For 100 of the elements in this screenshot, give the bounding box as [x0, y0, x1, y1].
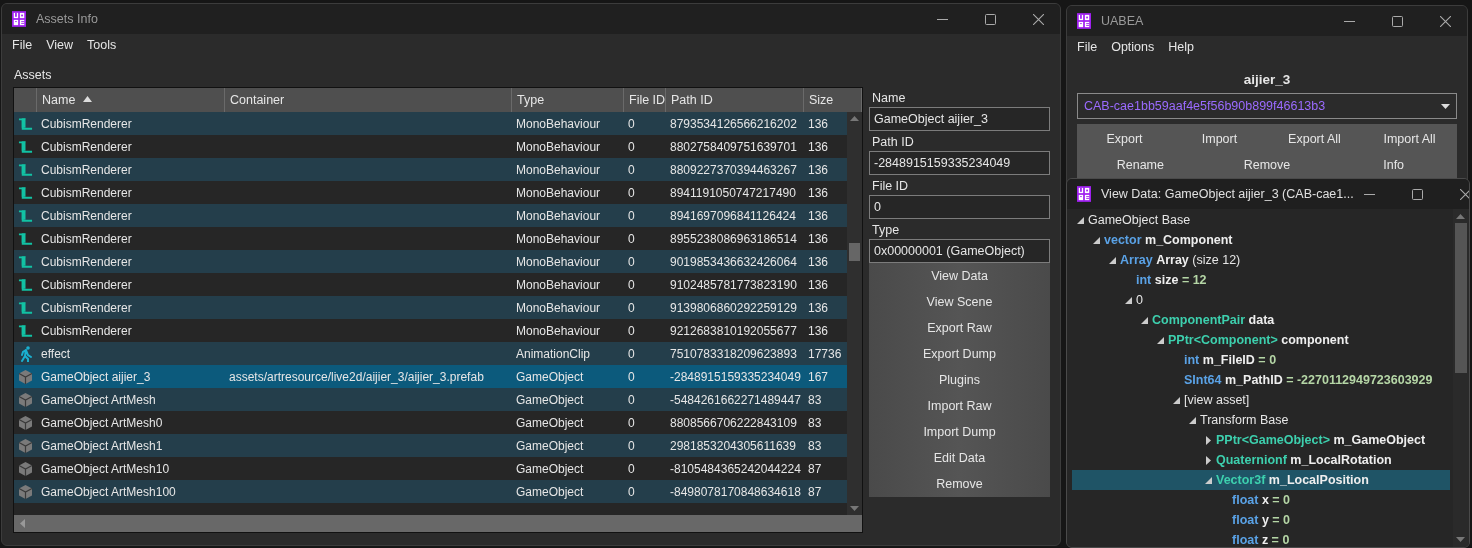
script-icon	[18, 116, 33, 131]
table-cell: 0	[628, 323, 635, 338]
scroll-down-icon[interactable]	[850, 506, 859, 511]
window-title: Assets Info	[36, 12, 99, 26]
tree-item[interactable]: int size = 12	[1072, 270, 1450, 290]
table-row[interactable]: CubismRenderer MonoBehaviour 0 8941697096841126424 136	[14, 204, 847, 227]
table-cell: -5484261662271489447	[670, 392, 801, 407]
table-row[interactable]: CubismRenderer MonoBehaviour 0 8809227370394463267 136	[14, 158, 847, 181]
tree-item[interactable]: int m_FileID = 0	[1072, 350, 1450, 370]
vertical-scrollbar[interactable]	[1453, 209, 1469, 547]
scroll-thumb[interactable]	[1455, 223, 1467, 373]
table-row[interactable]: GameObject ArtMesh GameObject 0 -5484261662271489447 83	[14, 388, 847, 411]
table-cell: 7510783318209623893	[670, 346, 797, 361]
action-button[interactable]: Export All	[1267, 126, 1362, 152]
menu-item[interactable]: Help	[1162, 38, 1200, 56]
expanded-arrow-icon[interactable]	[1172, 396, 1180, 404]
table-cell: 167	[808, 369, 829, 384]
action-button[interactable]: Info	[1330, 152, 1457, 178]
app-logo-icon	[12, 11, 26, 27]
menu-item[interactable]: Tools	[81, 36, 123, 54]
table-cell: 0	[628, 139, 635, 154]
tree-item[interactable]: ComponentPair data	[1072, 310, 1450, 330]
action-button[interactable]: Rename	[1077, 152, 1204, 178]
table-cell: GameObject	[516, 369, 584, 384]
tree-item[interactable]: float x = 0	[1072, 490, 1450, 510]
scroll-up-icon[interactable]	[850, 116, 859, 121]
maximize-icon[interactable]	[1392, 15, 1403, 27]
menu-item[interactable]: File	[6, 36, 39, 54]
tree-item[interactable]: PPtr<Component> component	[1072, 330, 1450, 350]
tree-item[interactable]: vector m_Component	[1072, 230, 1450, 250]
expanded-arrow-icon[interactable]	[1108, 256, 1116, 264]
maximize-icon[interactable]	[1411, 188, 1423, 200]
table-cell: 87	[808, 461, 822, 476]
table-cell: MonoBehaviour	[516, 116, 601, 131]
script-icon	[18, 323, 33, 338]
expanded-arrow-icon[interactable]	[1076, 216, 1084, 224]
expanded-arrow-icon[interactable]	[1124, 296, 1132, 304]
table-cell: 8802758409751639701	[670, 139, 797, 154]
scroll-up-icon[interactable]	[1456, 214, 1465, 219]
tree-item[interactable]: [view asset]	[1072, 390, 1450, 410]
table-cell: 136	[808, 139, 829, 154]
tree-item[interactable]: PPtr<GameObject> m_GameObject	[1072, 430, 1450, 450]
table-cell: 136	[808, 323, 829, 338]
table-cell: MonoBehaviour	[516, 208, 601, 223]
table-row[interactable]: CubismRenderer MonoBehaviour 0 9019853436632426064 136	[14, 250, 847, 273]
scroll-down-icon[interactable]	[1456, 537, 1465, 542]
action-button[interactable]: Export	[1077, 126, 1172, 152]
menu-item[interactable]: View	[40, 36, 80, 54]
table-cell: CubismRenderer	[41, 231, 132, 246]
horizontal-scrollbar[interactable]	[14, 515, 862, 532]
input-field[interactable]: -2848915159335234049	[869, 151, 1050, 175]
maximize-icon[interactable]	[985, 13, 996, 25]
input-field[interactable]: 0	[869, 195, 1050, 219]
collapsed-arrow-icon[interactable]	[1205, 455, 1211, 465]
cube-icon	[18, 437, 33, 454]
expanded-arrow-icon[interactable]	[1092, 236, 1100, 244]
table-row[interactable]: effect AnimationClip 0 7510783318209623893 17736	[14, 342, 847, 365]
expanded-arrow-icon[interactable]	[1140, 316, 1148, 324]
expanded-arrow-icon[interactable]	[1156, 336, 1164, 344]
minimize-icon[interactable]	[1344, 20, 1355, 22]
minimize-icon[interactable]	[937, 18, 948, 20]
tree-item[interactable]: float y = 0	[1072, 510, 1450, 530]
close-icon[interactable]	[1459, 188, 1469, 200]
tree-item[interactable]: GameObject Base	[1072, 210, 1450, 230]
tree-item[interactable]: 0	[1072, 290, 1450, 310]
table-cell: CubismRenderer	[41, 185, 132, 200]
table-row[interactable]: GameObject ArtMesh1 GameObject 0 2981853204305611639 83	[14, 434, 847, 457]
tree-item[interactable]: Array Array (size 12)	[1072, 250, 1450, 270]
table-cell: 0	[628, 208, 635, 223]
minimize-icon[interactable]	[1363, 193, 1375, 195]
table-cell: 136	[808, 208, 829, 223]
cube-icon	[18, 483, 33, 500]
vertical-scrollbar[interactable]	[847, 112, 862, 515]
tree-item[interactable]: float z = 0	[1072, 530, 1450, 547]
table-cell: CubismRenderer	[41, 139, 132, 154]
tree-item[interactable]: Transform Base	[1072, 410, 1450, 430]
input-field[interactable]: 0x00000001 (GameObject)	[869, 239, 1050, 263]
action-button[interactable]: Remove	[1203, 152, 1331, 178]
script-icon	[18, 162, 33, 177]
tree-item[interactable]: Vector3f m_LocalPosition	[1072, 470, 1450, 490]
close-icon[interactable]	[1440, 15, 1451, 27]
expanded-arrow-icon[interactable]	[1188, 416, 1196, 424]
tree-item[interactable]: SInt64 m_PathID = -2270112949723603929	[1072, 370, 1450, 390]
input-field[interactable]: GameObject aijier_3	[869, 107, 1050, 131]
expanded-arrow-icon[interactable]	[1204, 476, 1212, 484]
menu-item[interactable]: Options	[1105, 38, 1161, 56]
table-row[interactable]: GameObject aijier_3 assets/artresource/live2d/aijier_3/aijier_3.prefab GameObject 0 -2848915159335234049 167	[14, 365, 847, 388]
menu-item[interactable]: File	[1071, 38, 1104, 56]
action-button[interactable]: Import All	[1362, 126, 1457, 152]
scroll-thumb[interactable]	[849, 243, 860, 261]
table-row[interactable]: CubismRenderer MonoBehaviour 0 9139806860292259129 136	[14, 296, 847, 319]
table-cell: 0	[628, 461, 635, 476]
file-dropdown[interactable]: CAB-cae1bb59aaf4e5f56b90b899f46613b3	[1077, 93, 1457, 119]
action-button[interactable]: Import	[1172, 126, 1267, 152]
table-cell: 0	[628, 346, 635, 361]
tree-item[interactable]: Quaternionf m_LocalRotation	[1072, 450, 1450, 470]
collapsed-arrow-icon[interactable]	[1205, 435, 1211, 445]
table-row[interactable]: CubismRenderer MonoBehaviour 0 8793534126566216202 136	[14, 112, 847, 135]
table-row[interactable]: GameObject ArtMesh100 GameObject 0 -8498078170848634618 87	[14, 480, 847, 503]
close-icon[interactable]	[1033, 13, 1044, 25]
